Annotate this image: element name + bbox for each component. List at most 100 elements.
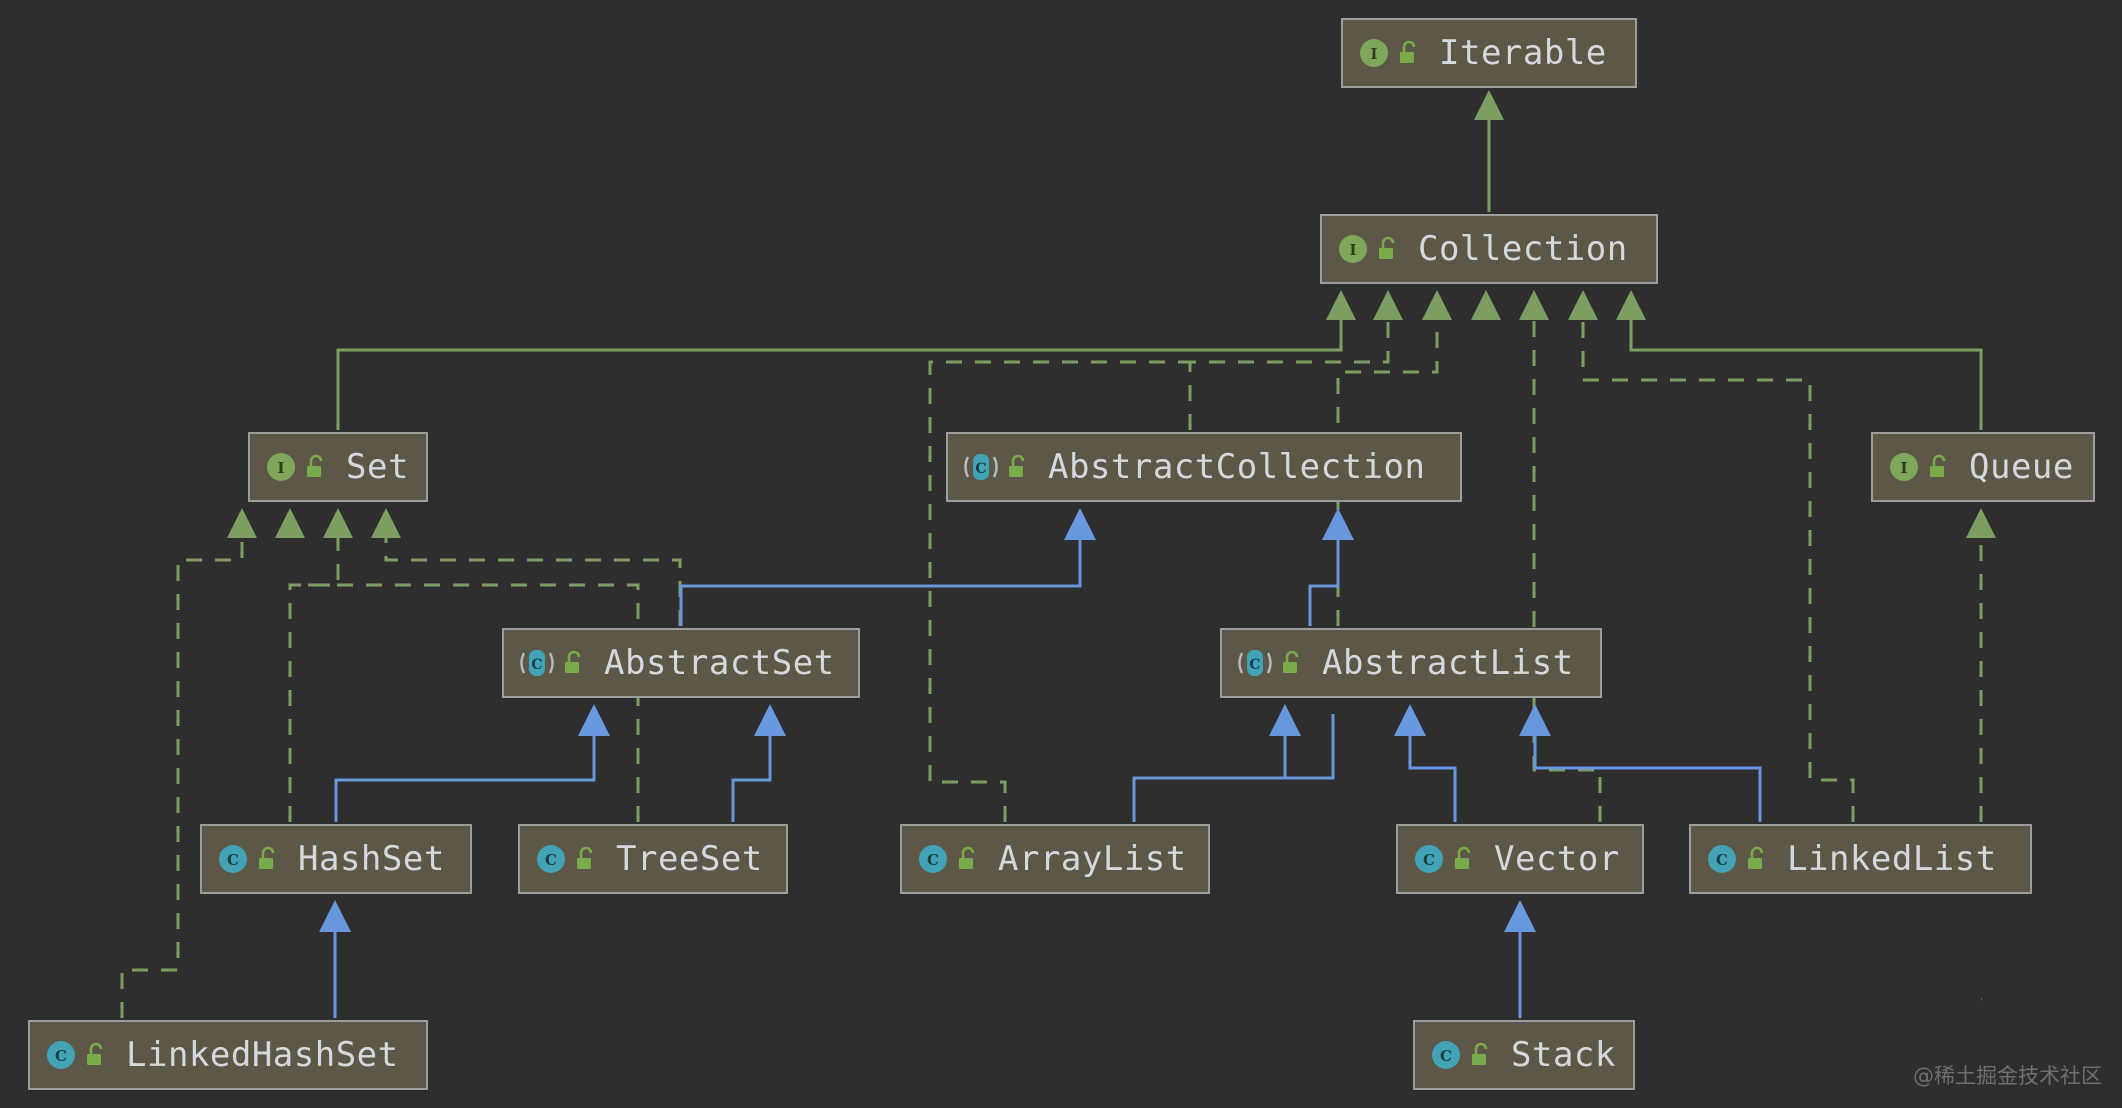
public-lock-icon	[1006, 453, 1032, 481]
svg-text:I: I	[277, 459, 284, 477]
public-lock-icon	[1469, 1041, 1495, 1069]
public-lock-icon	[562, 649, 588, 677]
node-hashset[interactable]: C HashSet	[200, 824, 472, 894]
svg-text:C: C	[227, 851, 239, 869]
node-queue[interactable]: I Queue	[1871, 432, 2095, 502]
arrowhead-set-3	[323, 508, 353, 538]
node-vector[interactable]: C Vector	[1396, 824, 1644, 894]
node-abstractcollection[interactable]: C AbstractCollection	[946, 432, 1462, 502]
public-lock-icon	[84, 1041, 110, 1069]
arrowhead-queue-1	[1966, 508, 1996, 538]
abstract-class-icon: C	[518, 646, 556, 680]
arrowhead-hashset-1	[319, 900, 351, 932]
arrowhead-set-1	[227, 508, 257, 538]
edge-abstractset-to-set-path	[384, 518, 682, 626]
node-label: AbstractCollection	[1048, 447, 1426, 487]
edge-linkedlist-to-abstractlist	[1533, 714, 1762, 822]
arrowhead-abstractset-1	[578, 704, 610, 736]
arrowhead-abstractcollection-2	[1322, 508, 1354, 540]
node-label: Queue	[1969, 447, 2074, 487]
node-label: AbstractSet	[604, 643, 835, 683]
public-lock-icon	[1745, 845, 1771, 873]
blue-solid-edges	[333, 518, 1762, 1018]
public-lock-icon	[1452, 845, 1478, 873]
edge-arraylist-to-abstractlist-2	[1132, 712, 1287, 822]
svg-text:C: C	[1716, 851, 1728, 869]
class-icon: C	[44, 1038, 78, 1072]
edge-arraylist-to-abstractlist	[1132, 714, 1335, 822]
node-label: LinkedList	[1787, 839, 1997, 879]
class-icon: C	[1705, 842, 1739, 876]
arrowhead-set-2	[275, 508, 305, 538]
interface-icon: I	[1357, 36, 1391, 70]
public-lock-icon	[1397, 39, 1423, 67]
svg-text:I: I	[1349, 241, 1356, 259]
green-dashed-edges	[120, 300, 1983, 1018]
public-lock-icon	[956, 845, 982, 873]
node-collection[interactable]: I Collection	[1320, 214, 1658, 284]
svg-text:C: C	[1440, 1047, 1452, 1065]
arrowhead-collection-3	[1422, 290, 1452, 320]
node-label: Vector	[1494, 839, 1620, 879]
class-icon: C	[1412, 842, 1446, 876]
class-icon: C	[916, 842, 950, 876]
edge-linkedlist-to-collection	[1581, 300, 1855, 822]
arrowhead-collection-2	[1373, 290, 1403, 320]
arrowhead-collection-5	[1519, 290, 1549, 320]
node-treeset[interactable]: C TreeSet	[518, 824, 788, 894]
node-label: Stack	[1511, 1035, 1616, 1075]
svg-text:I: I	[1900, 459, 1907, 477]
public-lock-icon	[1927, 453, 1953, 481]
interface-icon: I	[264, 450, 298, 484]
node-label: ArrayList	[998, 839, 1187, 879]
interface-icon: I	[1336, 232, 1370, 266]
node-linkedlist[interactable]: C LinkedList	[1689, 824, 2032, 894]
node-label: HashSet	[298, 839, 445, 879]
public-lock-icon	[256, 845, 282, 873]
edge-layer	[120, 90, 1996, 1018]
edge-abstractset-to-abstractcollection	[679, 518, 1082, 626]
edge-hashset-to-abstractset	[334, 714, 596, 822]
node-stack[interactable]: C Stack	[1413, 1020, 1635, 1090]
node-label: LinkedHashSet	[126, 1035, 399, 1075]
public-lock-icon	[1376, 235, 1402, 263]
edge-linkedhashset-to-set	[120, 518, 244, 1018]
svg-text:C: C	[1249, 657, 1260, 673]
svg-text:C: C	[927, 851, 939, 869]
public-lock-icon	[574, 845, 600, 873]
arrowhead-collection-7	[1616, 290, 1646, 320]
node-iterable[interactable]: I Iterable	[1341, 18, 1637, 88]
edge-hashset-to-set	[288, 518, 340, 822]
blue-solid-edges-extra	[1132, 712, 1287, 822]
edge-abstractcollection-to-collection	[1188, 300, 1390, 430]
watermark: @稀土掘金技术社区	[1913, 1064, 2102, 1088]
arrowhead-abstractlist-3	[1519, 704, 1551, 736]
svg-text:C: C	[531, 657, 542, 673]
arrowhead-abstractcollection-1	[1064, 508, 1096, 540]
class-icon: C	[216, 842, 250, 876]
interface-icon: I	[1887, 450, 1921, 484]
abstract-class-icon: C	[962, 450, 1000, 484]
edge-treeset-to-set	[290, 583, 640, 822]
abstract-class-icon: C	[1236, 646, 1274, 680]
node-set[interactable]: I Set	[248, 432, 428, 502]
svg-text:C: C	[975, 461, 986, 477]
arrowhead-collection-1	[1326, 290, 1356, 320]
svg-text:C: C	[1423, 851, 1435, 869]
svg-text:C: C	[55, 1047, 67, 1065]
edge-queue-to-collection	[1629, 300, 1983, 430]
arrowhead-collection-6	[1568, 290, 1598, 320]
arrowhead-abstractlist-2	[1394, 704, 1426, 736]
arrowhead-abstractset-2	[754, 704, 786, 736]
arrowhead-collection-4	[1471, 290, 1501, 320]
node-arraylist[interactable]: C ArrayList	[900, 824, 1210, 894]
node-abstractset[interactable]: C AbstractSet	[502, 628, 860, 698]
svg-text:C: C	[545, 851, 557, 869]
edge-arraylist-to-collection	[928, 360, 1190, 822]
public-lock-icon	[304, 453, 330, 481]
node-label: AbstractList	[1322, 643, 1574, 683]
public-lock-icon	[1280, 649, 1306, 677]
svg-text:I: I	[1370, 45, 1377, 63]
node-linkedhashset[interactable]: C LinkedHashSet	[28, 1020, 428, 1090]
node-abstractlist[interactable]: C AbstractList	[1220, 628, 1602, 698]
